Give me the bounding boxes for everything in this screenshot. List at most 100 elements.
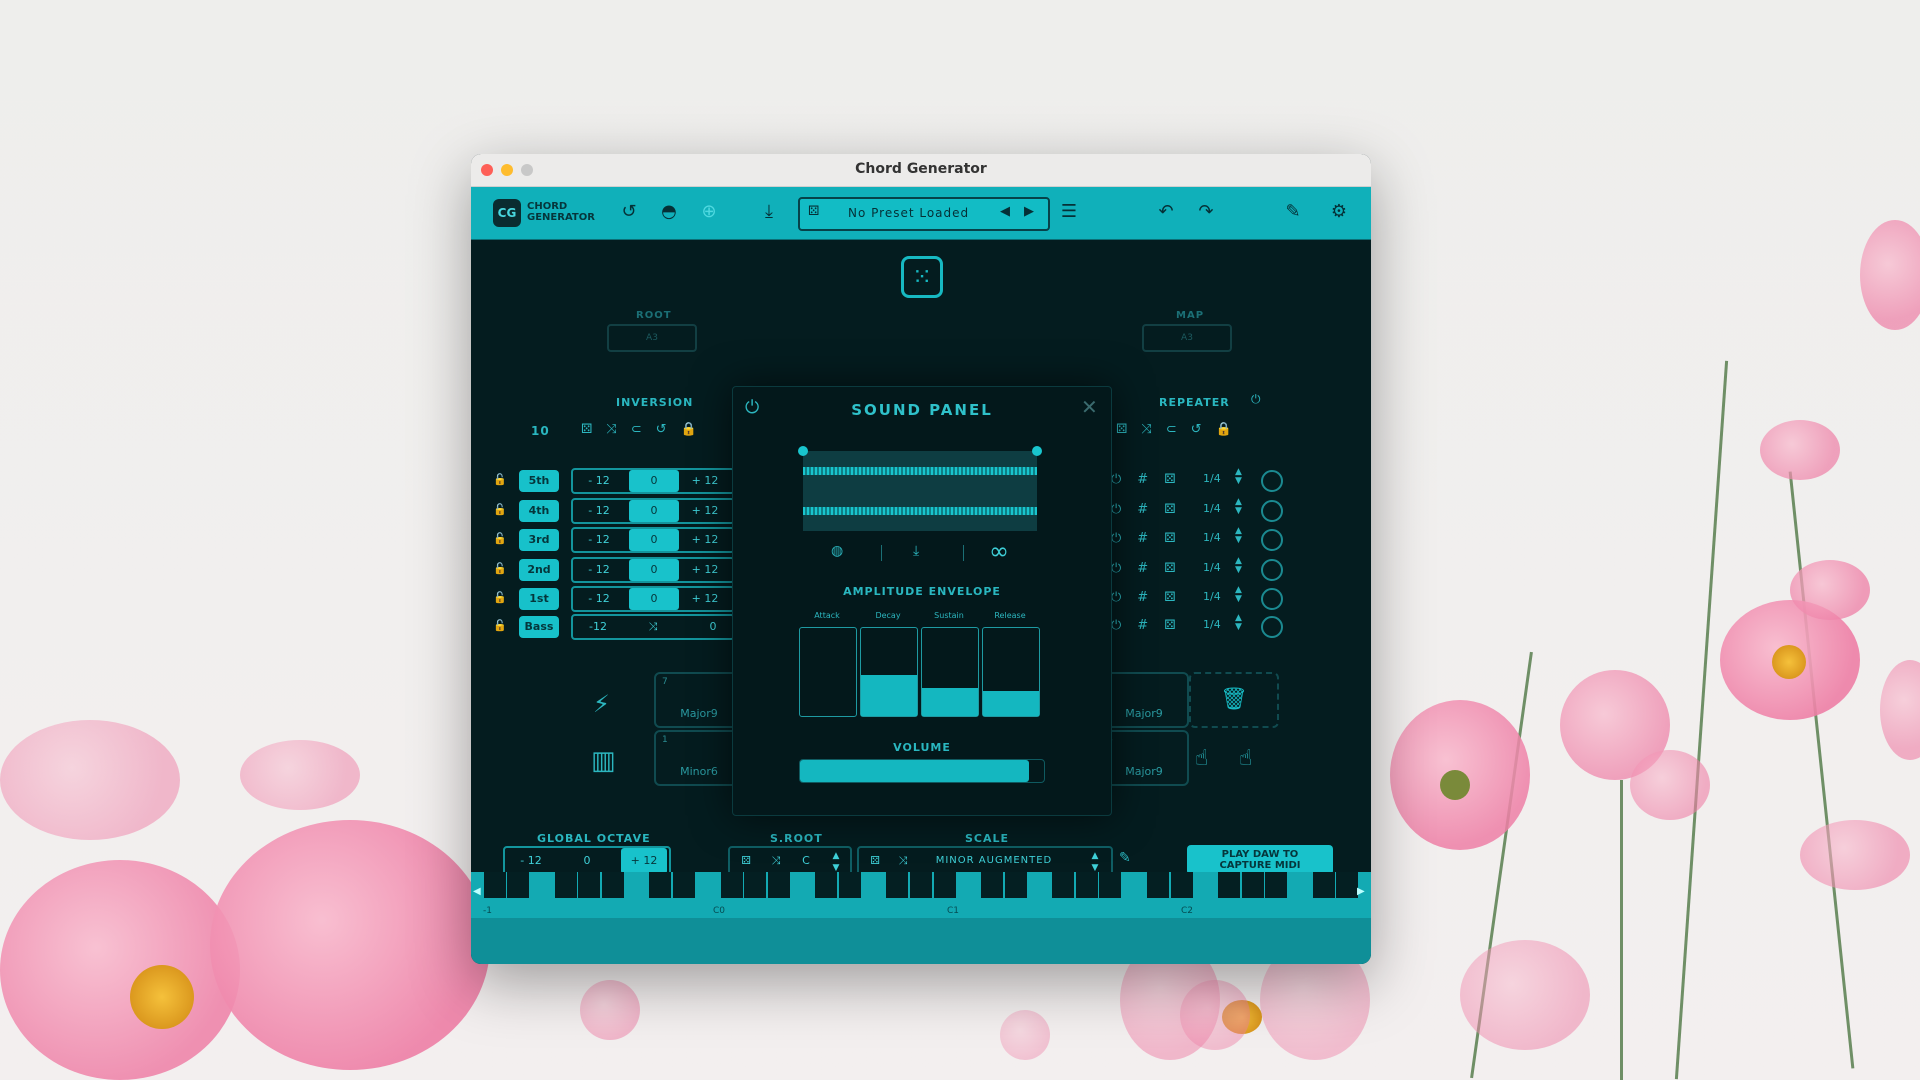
black-key[interactable] <box>910 872 932 898</box>
black-key[interactable] <box>720 872 743 898</box>
dice-icon[interactable]: ⚄ <box>1116 422 1141 437</box>
lock-icon[interactable]: 🔒 <box>1216 422 1246 437</box>
black-key[interactable] <box>981 872 1004 898</box>
link-icon[interactable]: ⊂ <box>631 422 656 437</box>
octave-value[interactable]: 0 <box>629 529 679 551</box>
octave-up-button[interactable]: + 12 <box>685 588 725 610</box>
voice-button[interactable]: 5th <box>519 470 559 492</box>
voice-rate-stepper[interactable]: ▲ ▼ <box>1235 556 1242 575</box>
octave-down-button[interactable]: - 12 <box>579 529 619 551</box>
dice-randomize-icon[interactable]: ⁙ <box>901 256 943 298</box>
hand-play-icon[interactable]: ☝ <box>1195 746 1208 771</box>
shuffle-icon[interactable]: ⤨ <box>766 848 786 874</box>
voice-repeat-toggle[interactable] <box>1261 558 1283 581</box>
grid-icon[interactable]: # <box>1137 618 1164 633</box>
voice-octave-control[interactable]: - 12 0 + 12 <box>571 586 735 612</box>
voice-octave-control[interactable]: - 12 0 + 12 <box>571 497 735 524</box>
random-preset-icon[interactable]: ⚄ <box>808 204 819 219</box>
chord-pad[interactable]: 1 Minor6 <box>654 730 744 786</box>
bass-button[interactable]: Bass <box>519 616 559 638</box>
link-icon[interactable]: ⊂ <box>1166 422 1191 437</box>
voice-repeat-toggle[interactable] <box>1261 499 1283 522</box>
capture-midi-button[interactable]: PLAY DAW TO CAPTURE MIDI <box>1187 845 1333 875</box>
voice-rate[interactable]: 1/4 <box>1203 531 1221 544</box>
shuffle-icon[interactable]: ⤨ <box>1141 422 1165 437</box>
dice-icon[interactable]: ⚄ <box>1164 561 1191 576</box>
black-key[interactable] <box>507 872 530 898</box>
grid-icon[interactable]: # <box>1137 472 1164 487</box>
dice-icon[interactable]: ⚄ <box>1164 472 1191 487</box>
black-key[interactable] <box>554 872 577 898</box>
black-key[interactable] <box>602 872 625 898</box>
dice-icon[interactable]: ⚄ <box>1164 502 1191 517</box>
dice-icon[interactable]: ⚄ <box>865 848 885 874</box>
black-key[interactable] <box>767 872 790 898</box>
grid-icon[interactable]: # <box>1137 502 1164 517</box>
power-icon[interactable]: ⏻ <box>1111 502 1137 517</box>
lock-icon[interactable]: 🔒 <box>681 422 711 437</box>
voice-rate-stepper[interactable]: ▲ ▼ <box>1235 586 1242 604</box>
power-icon[interactable]: ⏻ <box>1111 590 1137 605</box>
menu-icon[interactable]: ☰ <box>1057 200 1081 224</box>
power-icon[interactable]: ⏻ <box>1111 531 1137 546</box>
grid-icon[interactable]: # <box>1137 531 1164 546</box>
voice-rate[interactable]: 1/4 <box>1203 472 1221 485</box>
voice-button[interactable]: 2nd <box>519 558 559 581</box>
dice-icon[interactable]: ⚄ <box>1164 531 1191 546</box>
hand-drag-icon[interactable]: ☝ <box>1239 746 1252 771</box>
black-key[interactable] <box>649 872 672 898</box>
edit-scale-pencil-icon[interactable]: ✎ <box>1119 850 1131 866</box>
black-key[interactable] <box>1099 872 1122 898</box>
waveform-start-handle[interactable] <box>798 446 808 456</box>
octave-up-button[interactable]: + 12 <box>685 529 725 551</box>
black-key[interactable] <box>578 872 601 898</box>
dice-icon[interactable]: ⚄ <box>1164 590 1191 605</box>
black-key[interactable] <box>1241 872 1264 898</box>
undo-icon[interactable]: ↶ <box>1154 200 1178 224</box>
waveform-display[interactable] <box>798 446 1042 531</box>
power-icon[interactable]: ⏻ <box>1111 472 1137 487</box>
lock-icon[interactable]: 🔓 <box>493 591 507 604</box>
globe-sample-icon[interactable]: ◍ <box>831 543 843 559</box>
black-key[interactable] <box>1146 872 1169 898</box>
voice-button[interactable]: 4th <box>519 499 559 522</box>
octave-down-button[interactable]: - 12 <box>579 470 619 492</box>
black-key[interactable] <box>483 872 506 898</box>
octave-down-button[interactable]: - 12 <box>579 559 619 581</box>
delete-chord-button[interactable]: 🗑 <box>1189 672 1279 728</box>
voice-octave-control[interactable]: - 12 0 + 12 <box>571 468 735 494</box>
chord-pad-top-1[interactable]: 7 Major9 <box>654 672 744 728</box>
black-key[interactable] <box>744 872 767 898</box>
bass-rate[interactable]: 1/4 <box>1203 618 1221 631</box>
next-preset-icon[interactable]: ▶ <box>1024 204 1034 219</box>
envelope-slider[interactable] <box>982 627 1040 717</box>
power-icon[interactable]: ⏻ <box>1111 618 1137 633</box>
volume-slider[interactable] <box>799 759 1045 783</box>
magic-wand-icon[interactable]: ⚡ <box>593 690 610 718</box>
settings-gear-icon[interactable]: ⚙ <box>1327 200 1351 224</box>
root-select[interactable]: A3 <box>607 324 697 352</box>
black-key[interactable] <box>1217 872 1240 898</box>
black-key[interactable] <box>933 872 956 898</box>
dice-icon[interactable]: ⚄ <box>1164 618 1191 633</box>
voice-button[interactable]: 3rd <box>519 529 559 551</box>
voice-rate[interactable]: 1/4 <box>1203 561 1221 574</box>
bass-rate-stepper[interactable]: ▲ ▼ <box>1235 614 1242 632</box>
black-key[interactable] <box>1336 872 1359 898</box>
save-preset-icon[interactable]: ⤓ <box>757 200 781 224</box>
octave-up-button[interactable]: + 12 <box>685 559 725 581</box>
voice-rate-stepper[interactable]: ▲ ▼ <box>1235 468 1242 486</box>
lock-icon[interactable]: 🔓 <box>493 503 507 516</box>
repeater-power-icon[interactable]: ⏻ <box>1251 392 1261 407</box>
envelope-slider[interactable] <box>799 627 857 717</box>
voice-rate[interactable]: 1/4 <box>1203 502 1221 515</box>
brush-icon[interactable]: ✎ <box>1281 200 1305 224</box>
voice-octave-control[interactable]: - 12 0 + 12 <box>571 527 735 553</box>
dice-icon[interactable]: ⚄ <box>736 848 756 874</box>
map-select[interactable]: A3 <box>1142 324 1232 352</box>
voice-rate-stepper[interactable]: ▲ ▼ <box>1235 497 1242 516</box>
bass-octave-control[interactable]: -12 ⤨ 0 <box>571 614 735 640</box>
loop-infinity-icon[interactable]: ∞ <box>989 537 1009 565</box>
grid-icon[interactable]: # <box>1137 561 1164 576</box>
redo-icon[interactable]: ↷ <box>1194 200 1218 224</box>
